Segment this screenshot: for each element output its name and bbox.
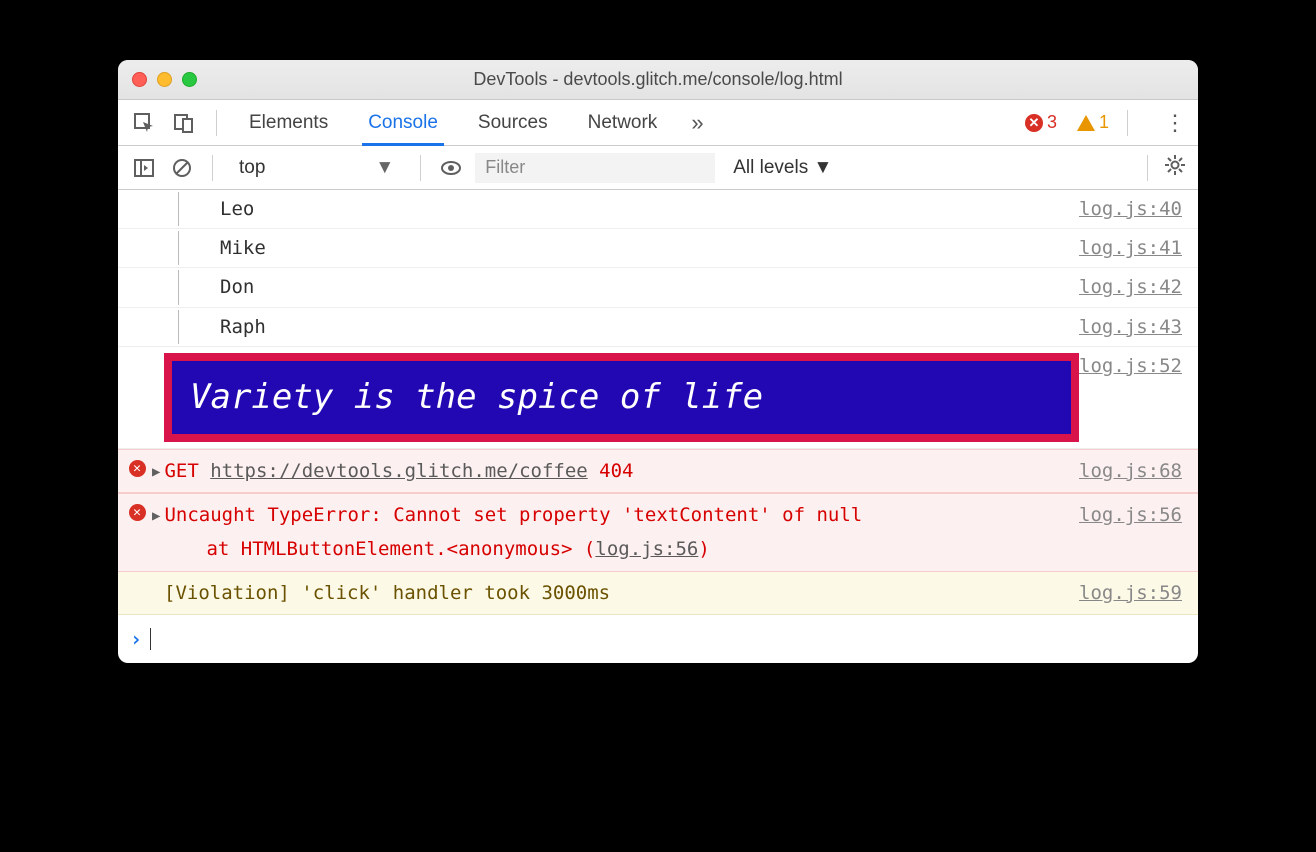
levels-label: All levels ▼ bbox=[733, 157, 832, 179]
error-icon: ✕ bbox=[1025, 114, 1043, 132]
error-entry[interactable]: ✕ ▶ Uncaught TypeError: Cannot set prope… bbox=[118, 493, 1198, 571]
http-method: GET bbox=[164, 460, 198, 482]
violation-message: [Violation] 'click' handler took 3000ms bbox=[164, 576, 1079, 610]
log-entry[interactable]: Mike log.js:41 bbox=[118, 229, 1198, 268]
separator bbox=[420, 155, 421, 181]
sidebar-toggle-icon[interactable] bbox=[130, 154, 158, 182]
context-label: top bbox=[239, 157, 265, 179]
console-toolbar: top ▼ All levels ▼ bbox=[118, 146, 1198, 190]
source-link[interactable]: log.js:52 bbox=[1079, 349, 1182, 383]
group-tree-line bbox=[178, 310, 196, 344]
console-input[interactable] bbox=[151, 627, 1182, 651]
expand-icon[interactable]: ▶ bbox=[152, 460, 160, 485]
log-message: Raph bbox=[196, 310, 1079, 344]
window-title: DevTools - devtools.glitch.me/console/lo… bbox=[118, 69, 1198, 90]
settings-icon[interactable] bbox=[1164, 154, 1186, 182]
source-link[interactable]: log.js:42 bbox=[1079, 270, 1182, 304]
expand-icon[interactable]: ▶ bbox=[152, 504, 160, 529]
console-log-area: Leo log.js:40 Mike log.js:41 Don log.js:… bbox=[118, 190, 1198, 663]
live-expression-icon[interactable] bbox=[437, 154, 465, 182]
kebab-menu-icon[interactable]: ⋮ bbox=[1164, 110, 1186, 136]
warning-icon bbox=[1077, 115, 1095, 131]
separator bbox=[216, 110, 217, 136]
filter-input[interactable] bbox=[475, 153, 715, 183]
styled-message: Variety is the spice of life bbox=[164, 353, 1079, 442]
log-entry[interactable]: Leo log.js:40 bbox=[118, 190, 1198, 229]
titlebar: DevTools - devtools.glitch.me/console/lo… bbox=[118, 60, 1198, 100]
log-levels-select[interactable]: All levels ▼ bbox=[725, 157, 840, 179]
warning-counter[interactable]: 1 bbox=[1077, 112, 1109, 133]
separator bbox=[1127, 110, 1128, 136]
log-entry[interactable]: Don log.js:42 bbox=[118, 268, 1198, 307]
more-tabs-icon[interactable]: » bbox=[683, 110, 711, 136]
error-entry[interactable]: ✕ ▶ GET https://devtools.glitch.me/coffe… bbox=[118, 449, 1198, 493]
source-link[interactable]: log.js:41 bbox=[1079, 231, 1182, 265]
console-prompt[interactable]: › bbox=[118, 615, 1198, 663]
log-message: Don bbox=[196, 270, 1079, 304]
tab-elements[interactable]: Elements bbox=[235, 100, 342, 145]
devtools-tabs: Elements Console Sources Network » ✕ 3 1… bbox=[118, 100, 1198, 146]
warning-count-value: 1 bbox=[1099, 112, 1109, 133]
source-link[interactable]: log.js:56 bbox=[1079, 498, 1182, 532]
stack-prefix: at HTMLButtonElement.<anonymous> ( bbox=[206, 538, 595, 560]
device-toggle-icon[interactable] bbox=[170, 109, 198, 137]
error-icon: ✕ bbox=[129, 504, 146, 521]
error-url[interactable]: https://devtools.glitch.me/coffee bbox=[210, 460, 588, 482]
http-status: 404 bbox=[599, 460, 633, 482]
source-link[interactable]: log.js:68 bbox=[1079, 454, 1182, 488]
tab-console[interactable]: Console bbox=[354, 100, 452, 145]
source-link[interactable]: log.js:43 bbox=[1079, 310, 1182, 344]
source-link[interactable]: log.js:40 bbox=[1079, 192, 1182, 226]
log-entry[interactable]: Raph log.js:43 bbox=[118, 308, 1198, 347]
error-counter[interactable]: ✕ 3 bbox=[1025, 112, 1057, 133]
group-tree-line bbox=[178, 231, 196, 265]
stack-suffix: ) bbox=[698, 538, 709, 560]
prompt-arrow-icon: › bbox=[130, 621, 142, 657]
execution-context-select[interactable]: top ▼ bbox=[229, 157, 404, 179]
separator bbox=[212, 155, 213, 181]
group-tree-line bbox=[178, 192, 196, 226]
caret-down-icon: ▼ bbox=[375, 157, 394, 179]
error-icon: ✕ bbox=[129, 460, 146, 477]
log-message: Leo bbox=[196, 192, 1079, 226]
error-count-value: 3 bbox=[1047, 112, 1057, 133]
group-tree-line bbox=[178, 270, 196, 304]
separator bbox=[1147, 155, 1148, 181]
log-entry-styled[interactable]: Variety is the spice of life log.js:52 bbox=[118, 347, 1198, 449]
tab-sources[interactable]: Sources bbox=[464, 100, 562, 145]
error-message: Uncaught TypeError: Cannot set property … bbox=[164, 504, 862, 526]
violation-entry[interactable]: [Violation] 'click' handler took 3000ms … bbox=[118, 572, 1198, 615]
clear-console-icon[interactable] bbox=[168, 154, 196, 182]
tab-network[interactable]: Network bbox=[574, 100, 672, 145]
inspect-icon[interactable] bbox=[130, 109, 158, 137]
devtools-window: DevTools - devtools.glitch.me/console/lo… bbox=[118, 60, 1198, 663]
stack-source-link[interactable]: log.js:56 bbox=[595, 538, 698, 560]
log-message: Mike bbox=[196, 231, 1079, 265]
source-link[interactable]: log.js:59 bbox=[1079, 576, 1182, 610]
